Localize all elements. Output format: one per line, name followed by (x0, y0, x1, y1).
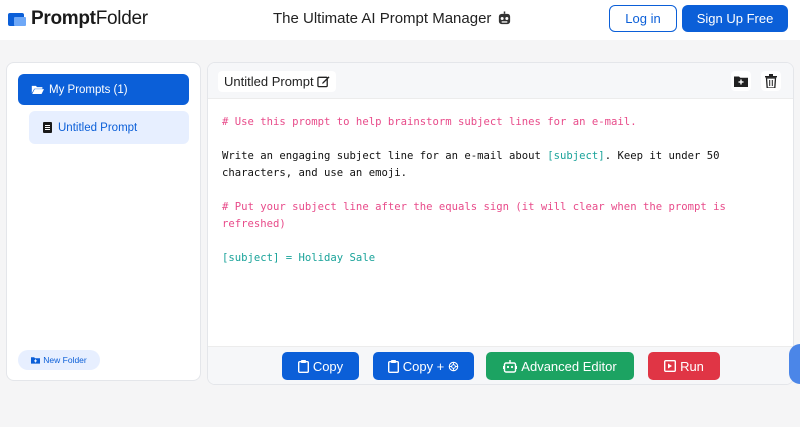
prompt-editor: Untitled Prompt # Use this prompt to hel… (207, 62, 794, 385)
prompt-text-area[interactable]: # Use this prompt to help brainstorm sub… (222, 114, 782, 267)
move-to-folder-button[interactable] (731, 71, 751, 91)
sidebar-item-untitled-prompt[interactable]: Untitled Prompt (29, 111, 189, 144)
variable-assignment-line: [subject] = Holiday Sale (222, 252, 376, 264)
folder-label: My Prompts (1) (49, 83, 128, 96)
sidebar: My Prompts (1) Untitled Prompt New Folde… (6, 62, 201, 381)
new-folder-button[interactable]: New Folder (18, 350, 100, 370)
robot-icon (503, 359, 518, 373)
run-box-icon (664, 360, 677, 372)
document-icon (43, 122, 52, 133)
editor-header: Untitled Prompt (208, 63, 793, 99)
logo[interactable]: PromptFolder (8, 8, 148, 30)
folder-plus-icon (31, 357, 41, 364)
copy-button[interactable]: Copy (282, 352, 359, 380)
clipboard-icon (387, 359, 399, 373)
logo-text: PromptFolder (31, 8, 148, 29)
signup-button[interactable]: Sign Up Free (682, 5, 788, 32)
login-button[interactable]: Log in (609, 5, 677, 32)
robot-icon (499, 11, 511, 25)
clipboard-icon (297, 359, 309, 373)
advanced-editor-button[interactable]: Advanced Editor (486, 352, 634, 380)
openai-icon (449, 361, 459, 371)
side-widget-tab[interactable] (789, 344, 800, 384)
folder-plus-icon (734, 76, 748, 87)
folder-logo-icon (8, 10, 28, 28)
edit-icon[interactable] (316, 75, 330, 88)
comment-line: # Use this prompt to help brainstorm sub… (222, 116, 637, 128)
editor-footer: Copy Copy + Advanced Editor Run (208, 346, 793, 384)
run-button[interactable]: Run (648, 352, 720, 380)
delete-prompt-button[interactable] (761, 71, 781, 91)
comment-line: # Put your subject line after the equals… (222, 201, 733, 230)
prompt-title-text: Untitled Prompt (224, 74, 314, 89)
app-title: The Ultimate AI Prompt Manager (273, 10, 512, 27)
variable-token: [subject] (547, 150, 605, 162)
top-bar: PromptFolder The Ultimate AI Prompt Mana… (0, 0, 800, 40)
prompt-body-line: Write an engaging subject line for an e-… (222, 150, 726, 179)
new-folder-label: New Folder (43, 355, 87, 365)
prompt-label: Untitled Prompt (58, 121, 138, 134)
trash-icon (765, 74, 777, 88)
sidebar-folder-my-prompts[interactable]: My Prompts (1) (18, 74, 189, 105)
app-title-text: The Ultimate AI Prompt Manager (273, 10, 492, 27)
folder-open-icon (31, 85, 44, 94)
copy-plus-chatgpt-button[interactable]: Copy + (373, 352, 474, 380)
prompt-title[interactable]: Untitled Prompt (218, 71, 336, 92)
